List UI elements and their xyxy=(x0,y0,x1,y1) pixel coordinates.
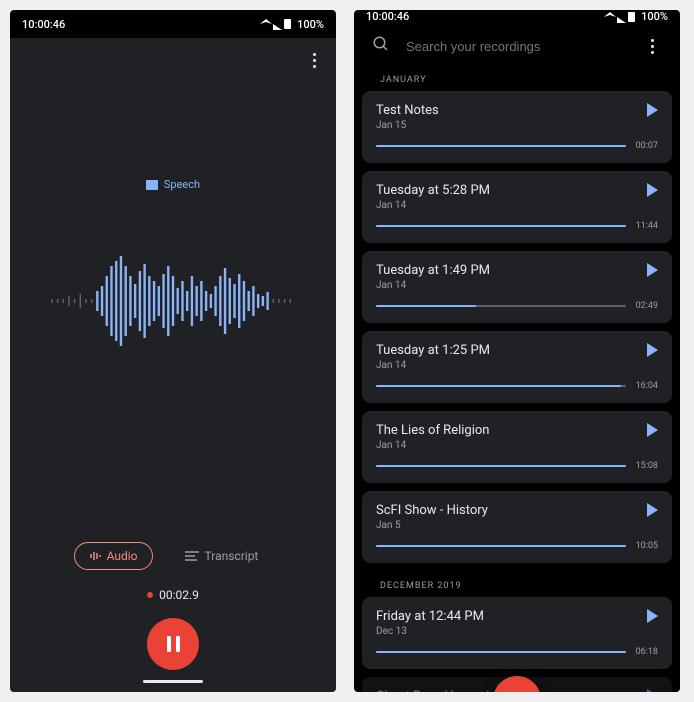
status-time: 10:00:46 xyxy=(366,10,409,23)
duration: 16:04 xyxy=(636,381,658,391)
recording-date: Dec 13 xyxy=(376,626,658,637)
recording-card[interactable]: Tuesday at 5:28 PM Jan 14 11:44 xyxy=(362,171,672,243)
signal-icons xyxy=(260,18,294,30)
signal-icons xyxy=(604,11,638,23)
recording-date: Jan 5 xyxy=(376,520,658,531)
speech-label: Speech xyxy=(164,178,200,191)
pause-icon xyxy=(167,636,180,652)
mode-tabs: Audio Transcript xyxy=(10,532,336,570)
recording-card[interactable]: ScFI Show - History Jan 5 10:05 xyxy=(362,491,672,563)
play-button[interactable] xyxy=(647,343,658,357)
progress-bar[interactable] xyxy=(376,225,626,227)
tab-transcript-label: Transcript xyxy=(205,549,259,563)
duration: 11:44 xyxy=(636,221,658,231)
play-icon xyxy=(647,103,658,117)
duration: 10:05 xyxy=(636,541,658,551)
recording-date: Jan 14 xyxy=(376,280,658,291)
tab-audio-label: Audio xyxy=(107,549,138,563)
play-icon xyxy=(647,503,658,517)
play-icon xyxy=(647,263,658,277)
status-bar: 10:00:46 100% xyxy=(10,10,336,38)
progress-bar[interactable] xyxy=(376,651,626,653)
recording-card[interactable]: Friday at 12:44 PM Dec 13 06:18 xyxy=(362,597,672,669)
search-input[interactable] xyxy=(406,39,626,54)
status-bar: 10:00:46 100% xyxy=(354,10,680,23)
status-time: 10:00:46 xyxy=(22,18,65,31)
duration: 15:08 xyxy=(636,461,658,471)
search-row xyxy=(354,23,680,65)
overflow-menu-button[interactable] xyxy=(302,48,326,72)
overflow-menu-button[interactable] xyxy=(642,36,662,56)
tab-audio[interactable]: Audio xyxy=(74,542,153,570)
tab-transcript[interactable]: Transcript xyxy=(171,542,273,570)
pause-button[interactable] xyxy=(147,618,199,670)
duration: 06:18 xyxy=(636,647,658,657)
recording-title: The Lies of Religion xyxy=(376,423,658,438)
recordings-list[interactable]: January Test Notes Jan 15 00:07 Tuesday at 5… xyxy=(354,65,680,692)
recording-date: Jan 14 xyxy=(376,440,658,451)
play-icon xyxy=(647,343,658,357)
recording-date: Jan 15 xyxy=(376,120,658,131)
recording-date: Jan 14 xyxy=(376,200,658,211)
play-button[interactable] xyxy=(647,263,658,277)
speech-icon xyxy=(146,180,158,190)
transcript-icon xyxy=(185,551,199,561)
recording-title: Tuesday at 1:25 PM xyxy=(376,343,658,358)
play-button[interactable] xyxy=(647,609,658,623)
section-header: January xyxy=(362,65,672,91)
elapsed-time: 00:02.9 xyxy=(159,588,199,602)
recording-date: Jan 14 xyxy=(376,360,658,371)
play-icon xyxy=(647,609,658,623)
recording-timer: 00:02.9 xyxy=(10,588,336,602)
progress-bar[interactable] xyxy=(376,465,626,467)
recording-screen: Speech Audio Tran xyxy=(10,38,336,692)
recording-title: ScFI Show - History xyxy=(376,503,658,518)
battery-percent: 100% xyxy=(297,18,324,31)
play-icon xyxy=(647,689,658,692)
recording-card[interactable]: Tuesday at 1:25 PM Jan 14 16:04 xyxy=(362,331,672,403)
progress-bar[interactable] xyxy=(376,145,626,147)
play-button[interactable] xyxy=(647,103,658,117)
play-button[interactable] xyxy=(647,689,658,692)
record-dot-icon xyxy=(147,592,153,598)
recording-title: Test Notes xyxy=(376,103,658,118)
recording-title: Friday at 12:44 PM xyxy=(376,609,658,624)
play-button[interactable] xyxy=(647,183,658,197)
speech-indicator: Speech xyxy=(146,178,200,191)
recording-title: Tuesday at 5:28 PM xyxy=(376,183,658,198)
library-screen: January Test Notes Jan 15 00:07 Tuesday at 5… xyxy=(354,23,680,692)
library-phone: 10:00:46 100% January Test Notes Jan 15 00:… xyxy=(354,10,680,692)
recording-phone: 10:00:46 100% Speech xyxy=(10,10,336,692)
recording-card[interactable]: Tuesday at 1:49 PM Jan 14 02:49 xyxy=(362,251,672,323)
recording-title: Tuesday at 1:49 PM xyxy=(376,263,658,278)
recording-card[interactable]: The Lies of Religion Jan 14 15:08 xyxy=(362,411,672,483)
progress-bar[interactable] xyxy=(376,305,626,307)
play-icon xyxy=(647,183,658,197)
progress-bar[interactable] xyxy=(376,385,626,387)
recording-card[interactable]: Test Notes Jan 15 00:07 xyxy=(362,91,672,163)
more-icon xyxy=(313,53,316,68)
audio-icon xyxy=(89,550,101,562)
battery-percent: 100% xyxy=(641,10,668,23)
search-icon[interactable] xyxy=(372,35,390,57)
progress-bar[interactable] xyxy=(376,545,626,547)
more-icon xyxy=(651,39,654,54)
waveform xyxy=(10,246,336,356)
nav-bar[interactable] xyxy=(10,670,336,692)
duration: 02:49 xyxy=(636,301,658,311)
play-button[interactable] xyxy=(647,423,658,437)
section-header: December 2019 xyxy=(362,571,672,597)
duration: 00:07 xyxy=(636,141,658,151)
play-button[interactable] xyxy=(647,503,658,517)
play-icon xyxy=(647,423,658,437)
